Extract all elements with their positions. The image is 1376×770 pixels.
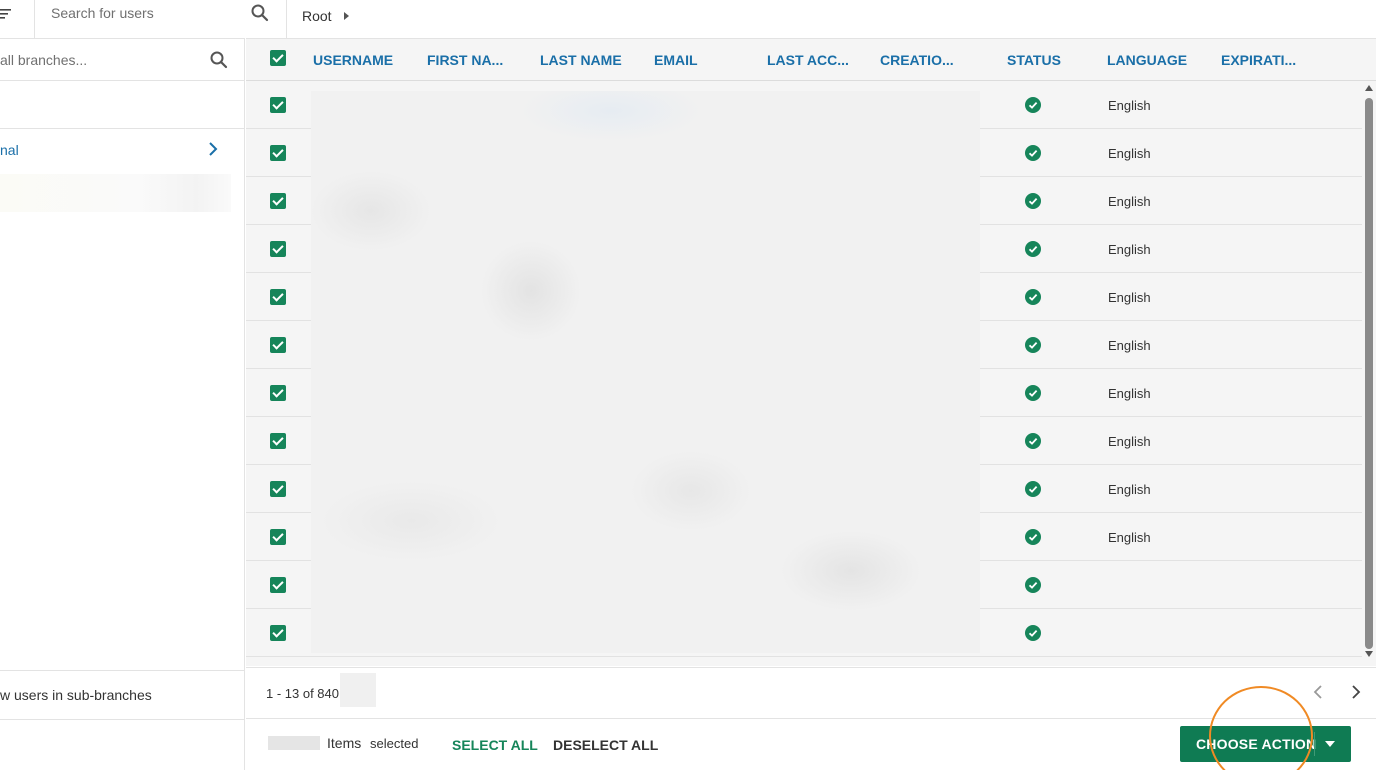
caret-down-icon[interactable] [1325, 741, 1335, 747]
status-active-icon [1025, 481, 1041, 497]
divider [0, 128, 244, 129]
redacted-block [340, 673, 376, 707]
show-subbranches-toggle[interactable]: w users in sub-branches [0, 670, 244, 720]
scrollbar-thumb[interactable] [1365, 98, 1373, 649]
choose-action-button[interactable]: CHOOSE ACTION [1180, 726, 1351, 762]
status-active-icon [1025, 337, 1041, 353]
pagination-range: 1 - 13 of 840 [266, 686, 339, 701]
status-active-icon [1025, 289, 1041, 305]
row-checkbox[interactable] [270, 577, 286, 593]
row-checkbox[interactable] [270, 289, 286, 305]
column-header-last-access[interactable]: LAST ACC... [767, 52, 849, 68]
search-icon[interactable] [209, 50, 229, 70]
divider [0, 80, 244, 81]
sidebar-branch-label: nal [0, 142, 19, 158]
user-search-input[interactable] [40, 2, 240, 24]
top-bar: Root [0, 0, 1376, 38]
column-header-username[interactable]: USERNAME [313, 52, 393, 68]
divider [34, 0, 35, 38]
status-active-icon [1025, 577, 1041, 593]
status-active-icon [1025, 385, 1041, 401]
row-language: English [1108, 482, 1151, 497]
column-header-creation[interactable]: CREATIO... [880, 52, 954, 68]
row-language: English [1108, 434, 1151, 449]
breadcrumb: Root [302, 8, 349, 24]
row-language: English [1108, 98, 1151, 113]
sidebar-branch-item-selected[interactable] [0, 174, 231, 212]
breadcrumb-root[interactable]: Root [302, 8, 332, 24]
users-table: USERNAME FIRST NA... LAST NAME EMAIL LAS… [246, 38, 1376, 666]
column-header-first-name[interactable]: FIRST NA... [427, 52, 503, 68]
scroll-down-icon[interactable] [1365, 651, 1373, 657]
status-active-icon [1025, 241, 1041, 257]
select-all-checkbox[interactable] [270, 50, 286, 66]
row-checkbox[interactable] [270, 193, 286, 209]
app-window: Root nal w users in sub-branches USERNAM… [0, 0, 1376, 770]
chevron-right-icon[interactable] [1348, 684, 1364, 700]
sidebar-branch-item[interactable]: nal [0, 138, 230, 162]
row-checkbox[interactable] [270, 385, 286, 401]
row-language: English [1108, 146, 1151, 161]
branch-sidebar: nal w users in sub-branches [0, 38, 245, 770]
redacted-selected-count [268, 736, 320, 750]
row-checkbox[interactable] [270, 241, 286, 257]
select-all-button[interactable]: SELECT ALL [452, 737, 538, 753]
row-language: English [1108, 290, 1151, 305]
column-header-email[interactable]: EMAIL [654, 52, 698, 68]
divider [1314, 732, 1315, 756]
row-language: English [1108, 338, 1151, 353]
row-language: English [1108, 386, 1151, 401]
status-active-icon [1025, 97, 1041, 113]
status-active-icon [1025, 145, 1041, 161]
chevron-left-icon[interactable] [1310, 684, 1326, 700]
status-active-icon [1025, 433, 1041, 449]
row-checkbox[interactable] [270, 337, 286, 353]
branch-search-input[interactable] [0, 47, 200, 73]
row-checkbox[interactable] [270, 481, 286, 497]
chevron-right-icon[interactable] [206, 142, 220, 156]
scroll-up-icon[interactable] [1365, 85, 1373, 91]
status-active-icon [1025, 529, 1041, 545]
choose-action-label: CHOOSE ACTION [1196, 736, 1317, 752]
column-header-expiration[interactable]: EXPIRATI... [1221, 52, 1296, 68]
divider [286, 0, 287, 38]
row-language: English [1108, 530, 1151, 545]
table-header: USERNAME FIRST NA... LAST NAME EMAIL LAS… [246, 39, 1376, 81]
redacted-user-data [311, 91, 980, 653]
selected-label: selected [370, 736, 419, 751]
vertical-scrollbar[interactable] [1362, 81, 1376, 666]
column-header-language[interactable]: LANGUAGE [1107, 52, 1187, 68]
row-language: English [1108, 242, 1151, 257]
filter-icon[interactable] [0, 7, 14, 21]
selection-action-bar: Items selected SELECT ALL DESELECT ALL C… [246, 718, 1376, 770]
show-subbranches-label: w users in sub-branches [0, 687, 152, 703]
column-header-last-name[interactable]: LAST NAME [540, 52, 622, 68]
row-checkbox[interactable] [270, 433, 286, 449]
status-active-icon [1025, 625, 1041, 641]
row-checkbox[interactable] [270, 97, 286, 113]
caret-right-icon[interactable] [343, 12, 349, 20]
items-label: Items [327, 735, 362, 751]
row-checkbox[interactable] [270, 625, 286, 641]
search-icon[interactable] [250, 3, 270, 23]
row-language: English [1108, 194, 1151, 209]
status-active-icon [1025, 193, 1041, 209]
row-checkbox[interactable] [270, 145, 286, 161]
pagination-bar: 1 - 13 of 840 [246, 667, 1376, 717]
row-checkbox[interactable] [270, 529, 286, 545]
column-header-status[interactable]: STATUS [1007, 52, 1061, 68]
deselect-all-button[interactable]: DESELECT ALL [553, 737, 658, 753]
